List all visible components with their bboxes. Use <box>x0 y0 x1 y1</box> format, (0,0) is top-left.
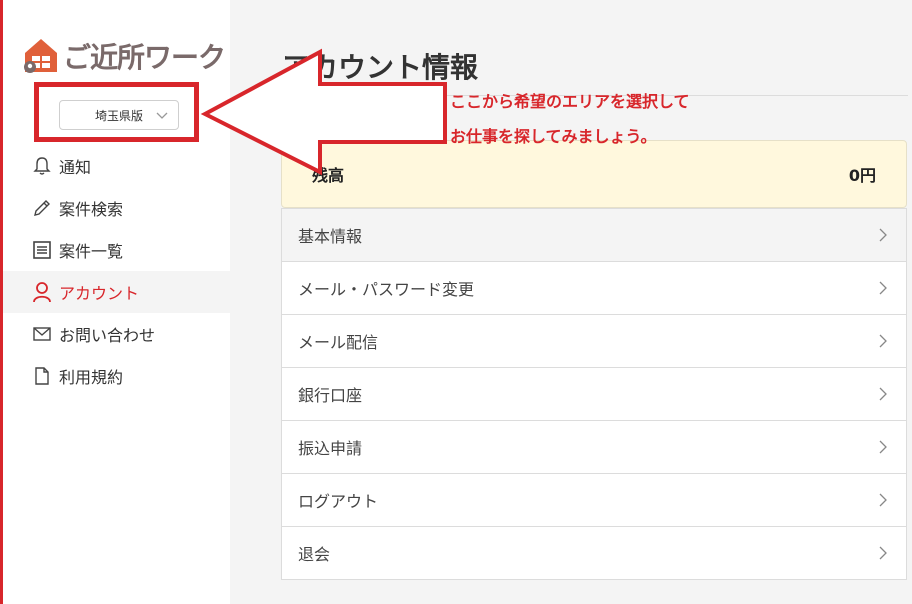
menu-item-bank-account[interactable]: 銀行口座 <box>282 367 906 420</box>
sidebar-item-list[interactable]: 案件一覧 <box>3 229 230 271</box>
page: ご近所ワーク 埼玉県版 通知 案件検索 案件一覧 アカウント お問い合わせ 利用… <box>0 0 912 604</box>
sidebar-item-contact[interactable]: お問い合わせ <box>3 313 230 355</box>
menu-item-email-password[interactable]: メール・パスワード変更 <box>282 261 906 314</box>
menu-item-label: メール・パスワード変更 <box>298 280 475 299</box>
sidebar-item-label: アカウント <box>59 284 140 303</box>
chevron-right-icon <box>879 334 887 348</box>
sidebar-item-label: 通知 <box>59 158 92 177</box>
menu-item-withdraw[interactable]: 退会 <box>282 526 906 579</box>
chevron-right-icon <box>879 440 887 454</box>
annotation-text-line2: お仕事を探してみましょう。 <box>450 127 657 146</box>
account-menu: 基本情報 メール・パスワード変更 メール配信 銀行口座 振込申請 ログアウト 退… <box>281 208 907 580</box>
mail-icon <box>31 323 53 345</box>
sidebar-item-label: お問い合わせ <box>59 326 156 345</box>
list-icon <box>31 239 53 261</box>
brand-logo[interactable]: ご近所ワーク <box>21 36 226 76</box>
sidebar-item-label: 案件一覧 <box>59 242 124 261</box>
sidebar-nav: 通知 案件検索 案件一覧 アカウント お問い合わせ 利用規約 <box>3 145 230 397</box>
menu-item-logout[interactable]: ログアウト <box>282 473 906 526</box>
sidebar-item-label: 案件検索 <box>59 200 124 219</box>
chevron-right-icon <box>879 493 887 507</box>
pencil-icon <box>31 197 53 219</box>
menu-item-label: 基本情報 <box>298 227 363 246</box>
chevron-right-icon <box>879 228 887 242</box>
menu-item-label: メール配信 <box>298 333 379 352</box>
annotation-text-line1: ここから希望のエリアを選択して <box>450 92 690 111</box>
brand-name: ご近所ワーク <box>63 41 226 74</box>
menu-item-label: ログアウト <box>298 492 379 511</box>
menu-item-label: 退会 <box>298 545 331 564</box>
balance-label: 残高 <box>312 166 345 185</box>
menu-item-label: 振込申請 <box>298 439 363 458</box>
chevron-right-icon <box>879 281 887 295</box>
bell-icon <box>31 155 53 177</box>
balance-value: 0円 <box>848 166 876 185</box>
balance-card: 残高 0円 <box>281 140 907 208</box>
sidebar-item-terms[interactable]: 利用規約 <box>3 355 230 397</box>
sidebar-item-search[interactable]: 案件検索 <box>3 187 230 229</box>
document-icon <box>31 365 53 387</box>
sidebar-item-notifications[interactable]: 通知 <box>3 145 230 187</box>
sidebar-item-account[interactable]: アカウント <box>3 271 230 313</box>
menu-item-basic-info[interactable]: 基本情報 <box>282 208 906 261</box>
menu-item-mail-delivery[interactable]: メール配信 <box>282 314 906 367</box>
menu-item-label: 銀行口座 <box>298 386 363 405</box>
chevron-right-icon <box>879 546 887 560</box>
chevron-right-icon <box>879 387 887 401</box>
menu-item-transfer-request[interactable]: 振込申請 <box>282 420 906 473</box>
page-title: アカウント情報 <box>282 51 479 84</box>
person-icon <box>31 281 53 303</box>
annotation-highlight-box <box>34 82 199 142</box>
house-pin-icon <box>24 39 57 73</box>
sidebar-item-label: 利用規約 <box>59 368 124 387</box>
